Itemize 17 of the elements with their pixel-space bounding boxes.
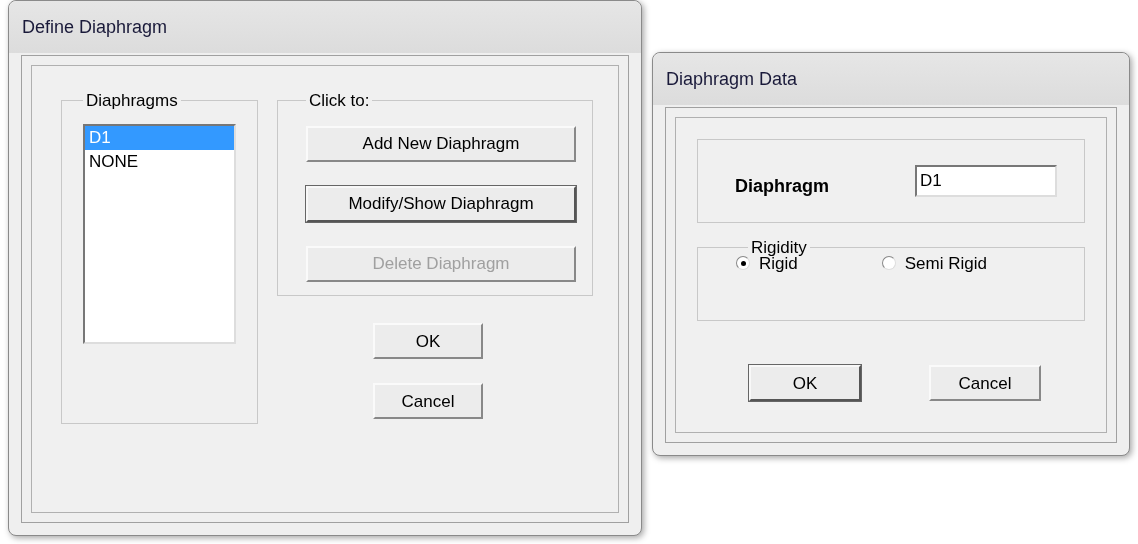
dialog-button[interactable]: Modify/Show Diaphragm [306,185,576,222]
dialog-button[interactable]: Add New Diaphragm [306,125,576,162]
input-field[interactable]: D1 [915,165,1057,197]
group-label: Diaphragms [85,90,179,112]
group-label: Click to: [308,90,371,112]
dialog-button[interactable]: OK [373,323,483,359]
radio-button[interactable] [736,256,750,271]
dialog-button[interactable]: OK [749,365,861,401]
dialog-button[interactable]: Cancel [373,383,483,419]
radio-button[interactable] [881,256,896,271]
dialog-button[interactable]: Cancel [929,365,1041,401]
field-label: Diaphragm [735,174,831,198]
window-title: Define Diaphragm [22,15,168,39]
radio-label: Semi Rigid [904,252,987,275]
window-title: Diaphragm Data [666,67,798,91]
group-label: Rigidity [750,237,808,257]
list-item[interactable]: NONE [85,149,234,174]
